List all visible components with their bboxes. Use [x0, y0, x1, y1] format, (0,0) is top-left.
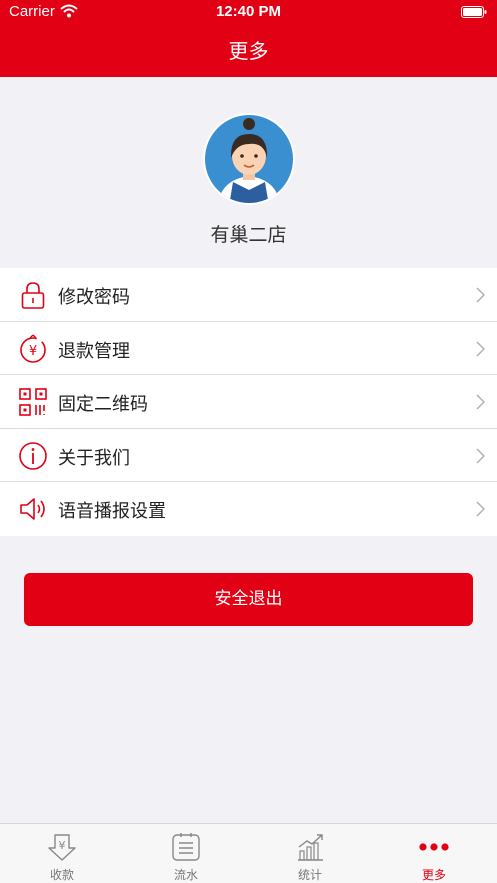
status-bar: Carrier 12:40 PM	[0, 0, 497, 26]
store-name: 有巢二店	[210, 224, 287, 246]
profile-section: 有巢二店	[0, 112, 497, 252]
menu-item-label: 关于我们	[58, 447, 130, 469]
svg-text:¥: ¥	[59, 839, 66, 852]
refund-icon: ¥	[20, 334, 46, 363]
menu-item-refund-management[interactable]: ¥ 退款管理	[0, 322, 497, 376]
tab-label: 统计	[297, 868, 322, 882]
chevron-right-icon	[476, 448, 485, 464]
logout-button[interactable]: 安全退出	[24, 573, 473, 626]
chevron-right-icon	[476, 501, 485, 517]
list-icon	[172, 833, 200, 861]
tab-statistics[interactable]: 统计	[248, 824, 372, 883]
tab-bar: ¥ 收款 流水 统计 更多	[0, 823, 497, 883]
avatar	[203, 113, 295, 205]
tab-transactions[interactable]: 流水	[124, 824, 248, 883]
page-title: 更多	[228, 39, 269, 63]
chevron-right-icon	[476, 394, 485, 410]
header-bar: Carrier 12:40 PM 更多	[0, 0, 497, 77]
speaker-icon	[20, 498, 45, 521]
status-time: 12:40 PM	[215, 3, 282, 20]
chart-icon	[298, 834, 323, 861]
tab-collect-payment[interactable]: ¥ 收款	[0, 824, 124, 883]
qr-code-icon	[19, 388, 47, 416]
settings-menu: 修改密码 ¥ 退款管理 固定二维码 关于我们 语音播报设置	[0, 268, 497, 536]
more-dots-icon	[419, 843, 449, 851]
tab-label: 更多	[421, 868, 446, 882]
lock-icon	[21, 282, 45, 309]
menu-item-label: 退款管理	[58, 340, 130, 362]
menu-item-change-password[interactable]: 修改密码	[0, 268, 497, 322]
menu-item-label: 语音播报设置	[58, 501, 166, 523]
svg-text:¥: ¥	[29, 344, 37, 359]
menu-item-label: 固定二维码	[58, 394, 148, 416]
menu-item-about-us[interactable]: 关于我们	[0, 429, 497, 483]
tab-label: 流水	[173, 868, 198, 882]
menu-item-label: 修改密码	[58, 287, 130, 308]
menu-item-fixed-qr-code[interactable]: 固定二维码	[0, 375, 497, 429]
tab-more[interactable]: 更多	[372, 824, 496, 883]
info-icon	[19, 441, 47, 470]
menu-item-voice-broadcast-settings[interactable]: 语音播报设置	[0, 482, 497, 536]
tab-label: 收款	[49, 868, 74, 882]
chevron-right-icon	[476, 287, 485, 303]
battery-icon	[461, 6, 487, 18]
yuan-download-icon: ¥	[48, 834, 76, 861]
chevron-right-icon	[476, 341, 485, 357]
